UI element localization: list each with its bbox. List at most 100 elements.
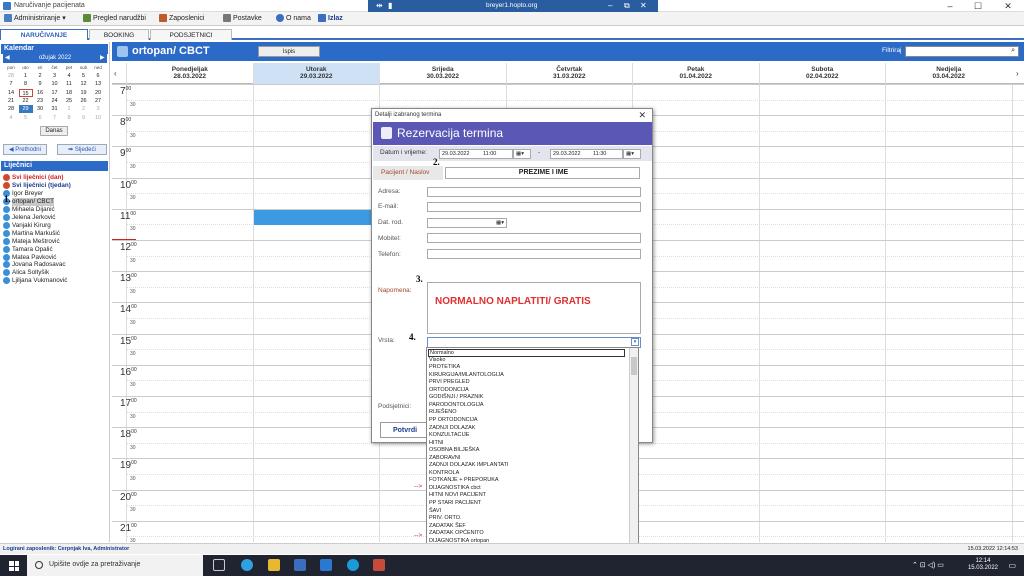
calendar-day[interactable]: 5 — [77, 72, 91, 80]
type-option[interactable]: KONTROLA — [429, 470, 459, 478]
type-option[interactable]: KIRURGIJA/IMLANTOLOGIJA — [429, 372, 504, 380]
type-option[interactable]: KONZULTACIJE — [429, 432, 469, 440]
day-header[interactable]: Utorak 29.03.2022 — [252, 63, 379, 84]
doctor-item[interactable]: Svi liječnici (dan) — [3, 174, 63, 182]
tab-podsjetnici[interactable]: PODSJETNICI — [150, 29, 232, 40]
doctor-item[interactable]: Tamara Opalić — [3, 245, 53, 254]
search-icon[interactable]: ⌕ — [1011, 47, 1015, 55]
calendar-day[interactable]: 23 — [33, 97, 47, 105]
calendar-day[interactable]: 4 — [4, 114, 18, 122]
calendar-day[interactable]: 7 — [4, 80, 18, 88]
edge-icon[interactable] — [241, 559, 253, 571]
file-explorer-icon[interactable] — [268, 559, 280, 571]
type-option[interactable]: PRVI PREGLED — [429, 379, 470, 387]
pin-icon[interactable]: ⇹ — [376, 1, 383, 10]
patient-input[interactable]: PREZIME I IME — [445, 167, 640, 179]
menu-postavke[interactable]: Postavke — [223, 14, 262, 22]
next-button[interactable]: ➡ Sljedeći — [57, 144, 107, 155]
previous-button[interactable]: ◀ Prethodni — [3, 144, 47, 155]
next-month-icon[interactable]: ▶ — [100, 54, 105, 63]
doctor-item[interactable]: Matea Pavković — [3, 253, 56, 262]
day-header[interactable]: Srijeda 30.03.2022 — [379, 63, 506, 84]
remote-app-icon[interactable] — [347, 559, 359, 571]
menu-pregled-narudzbi[interactable]: Pregled narudžbi — [83, 14, 146, 22]
mail-icon[interactable] — [320, 559, 332, 571]
phone-input[interactable] — [427, 249, 641, 259]
calendar-day[interactable]: 30 — [33, 105, 47, 113]
type-option[interactable]: DIJAGNOSTIKA cbct — [429, 485, 481, 493]
calendar-day[interactable]: 16 — [33, 89, 47, 97]
selected-time-slot[interactable] — [253, 209, 379, 226]
tab-booking[interactable]: BOOKING — [89, 29, 149, 40]
calendar-day[interactable]: 8 — [19, 80, 33, 88]
calendar-day[interactable]: 5 — [19, 114, 33, 122]
menu-izlaz[interactable]: Izlaz — [318, 14, 343, 22]
doctor-item[interactable]: Jovana Radosavac — [3, 261, 66, 269]
menu-o-nama[interactable]: O nama — [276, 14, 311, 22]
tab-narucivanje[interactable]: NARUČIVANJE — [0, 29, 88, 40]
confirm-button[interactable]: Potvrdi — [380, 422, 430, 438]
calendar-day[interactable]: 17 — [48, 89, 62, 97]
menu-administriranje[interactable]: Administriranje ▾ — [4, 14, 66, 22]
calendar-day[interactable]: 8 — [62, 114, 76, 122]
calendar-day[interactable]: 9 — [77, 114, 91, 122]
day-header[interactable]: Ponedjeljak 28.03.2022 — [126, 63, 253, 84]
dropdown-scrollbar[interactable] — [629, 348, 638, 553]
taskbar-search[interactable]: Upišite ovdje za pretraživanje — [27, 555, 203, 576]
calendar-day[interactable]: 1 — [19, 72, 33, 80]
menu-zaposlenici[interactable]: Zaposlenici — [159, 14, 204, 22]
doctor-item[interactable]: Mihaela Dijanić — [3, 205, 55, 214]
calendar-day[interactable]: 31 — [48, 105, 62, 113]
doctor-item[interactable]: Vanjaki Kirurg — [3, 221, 51, 230]
type-option[interactable]: ZADNJI DOLAZAK IMPLANTATI — [429, 462, 509, 470]
taskbar-clock[interactable]: 12:14 15.03.2022 — [968, 558, 998, 572]
calendar-day[interactable]: 10 — [48, 80, 62, 88]
day-header[interactable]: Subota 02.04.2022 — [758, 63, 886, 84]
mobile-input[interactable] — [427, 233, 641, 243]
type-option[interactable]: GODIŠNJI / PRAZNIK — [429, 394, 483, 402]
type-option[interactable]: PP ORTODONCIJA — [429, 417, 478, 425]
calendar-day[interactable]: 3 — [91, 105, 105, 113]
calendar-day[interactable]: 24 — [48, 97, 62, 105]
from-time-input[interactable]: 11:00 — [481, 149, 513, 159]
system-tray-icons[interactable]: ⌃ ⊡ ◁) ▭ — [912, 561, 944, 569]
type-option[interactable]: Visoko — [429, 357, 445, 365]
today-button[interactable]: Danas — [40, 126, 68, 136]
note-textarea[interactable]: NORMALNO NAPLATITI/ GRATIS — [427, 282, 641, 334]
calendar-day[interactable]: 12 — [77, 80, 91, 88]
to-calendar-picker[interactable]: ▦▾ — [623, 149, 641, 159]
from-calendar-picker[interactable]: ▦▾ — [513, 149, 531, 159]
calendar-day[interactable]: 2 — [33, 72, 47, 80]
type-option[interactable]: OSOBNA BILJEŠKA — [429, 447, 479, 455]
calendar-day[interactable]: 2 — [77, 105, 91, 113]
type-option[interactable]: RIJEŠENO — [429, 409, 457, 417]
doctor-item[interactable]: Martina Markušić — [3, 229, 60, 238]
type-option[interactable]: ZADNJI DOLAZAK — [429, 425, 475, 433]
remote-restore-icon[interactable]: ⧉ — [624, 1, 630, 11]
remote-minimize-icon[interactable]: – — [608, 1, 612, 10]
calendar-day[interactable]: 18 — [62, 89, 76, 97]
notification-icon[interactable]: ▭ — [1008, 561, 1016, 570]
type-option[interactable]: ZABORAVNI — [429, 455, 460, 463]
birthdate-input[interactable]: ▦▾ — [427, 218, 507, 228]
windows-start-icon[interactable] — [9, 561, 19, 571]
day-header[interactable]: Petak 01.04.2022 — [632, 63, 759, 84]
calendar-day[interactable]: 19 — [77, 89, 91, 97]
store-icon[interactable] — [294, 559, 306, 571]
calendar-app-icon[interactable] — [373, 559, 385, 571]
type-option[interactable]: HITNI — [429, 440, 443, 448]
calendar-day[interactable]: 28 — [4, 72, 18, 80]
calendar-day[interactable]: 14 — [4, 89, 18, 97]
print-button[interactable]: Ispis — [258, 46, 320, 57]
type-option[interactable]: FOTKANJE + PREPORUKA — [429, 477, 499, 485]
doctor-item[interactable]: Ljiljana Vukmanović — [3, 277, 67, 285]
calendar-day[interactable]: 4 — [62, 72, 76, 80]
address-input[interactable] — [427, 187, 641, 197]
calendar-day[interactable]: 1 — [62, 105, 76, 113]
type-option[interactable]: HITNI NOVI PACIJENT — [429, 492, 486, 500]
prev-month-icon[interactable]: ◀ — [5, 54, 10, 63]
task-view-icon[interactable] — [213, 559, 225, 571]
calendar-day[interactable]: 21 — [4, 97, 18, 105]
calendar-day[interactable]: 13 — [91, 80, 105, 88]
calendar-day[interactable]: 3 — [48, 72, 62, 80]
